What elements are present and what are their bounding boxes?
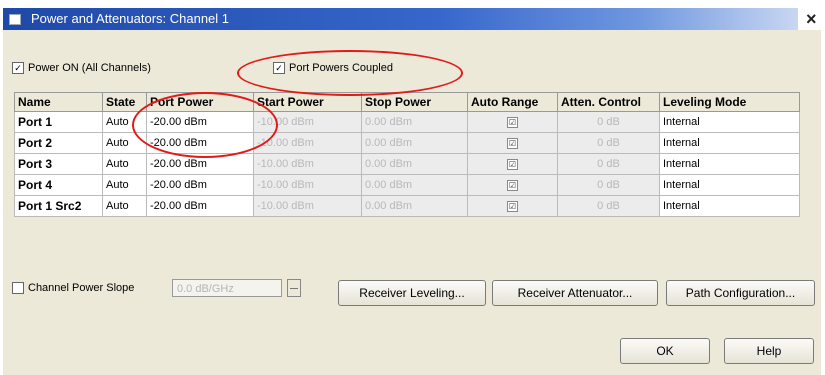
power-on-label: Power ON (All Channels) bbox=[28, 62, 151, 74]
col-header-port-power: Port Power bbox=[146, 92, 254, 112]
cell-stop-power: 0.00 dBm bbox=[361, 195, 468, 217]
cell-start-power: -10.00 dBm bbox=[253, 153, 362, 175]
ok-button[interactable]: OK bbox=[620, 338, 710, 364]
ports-table: Name State Port Power Start Power Stop P… bbox=[14, 92, 800, 217]
col-header-name: Name bbox=[14, 92, 103, 112]
coupled-label: Port Powers Coupled bbox=[289, 62, 393, 74]
cell-leveling-mode[interactable]: Internal bbox=[659, 132, 800, 154]
auto-range-checkbox[interactable]: ☑ bbox=[507, 201, 518, 212]
slope-label: Channel Power Slope bbox=[28, 282, 135, 294]
cell-stop-power: 0.00 dBm bbox=[361, 111, 468, 133]
cell-name: Port 1 bbox=[14, 111, 103, 133]
window-title: Power and Attenuators: Channel 1 bbox=[31, 11, 230, 26]
cell-leveling-mode[interactable]: Internal bbox=[659, 195, 800, 217]
col-header-start-power: Start Power bbox=[253, 92, 362, 112]
col-header-state: State bbox=[102, 92, 147, 112]
slope-input[interactable]: 0.0 dB/GHz bbox=[172, 279, 282, 297]
col-header-auto-range: Auto Range bbox=[467, 92, 558, 112]
table-row: Port 2 Auto -20.00 dBm -10.00 dBm 0.00 d… bbox=[14, 132, 800, 154]
table-row: Port 3 Auto -20.00 dBm -10.00 dBm 0.00 d… bbox=[14, 153, 800, 175]
power-on-check-icon[interactable]: ✓ bbox=[12, 62, 24, 74]
cell-start-power: -10.00 dBm bbox=[253, 174, 362, 196]
cell-state[interactable]: Auto bbox=[102, 111, 147, 133]
cell-leveling-mode[interactable]: Internal bbox=[659, 174, 800, 196]
power-on-checkbox[interactable]: ✓ Power ON (All Channels) bbox=[12, 62, 151, 74]
cell-atten-control: 0 dB bbox=[557, 132, 660, 154]
cell-state[interactable]: Auto bbox=[102, 132, 147, 154]
title-bar: Power and Attenuators: Channel 1 bbox=[3, 8, 798, 30]
cell-name: Port 4 bbox=[14, 174, 103, 196]
slope-check-icon[interactable] bbox=[12, 282, 24, 294]
cell-state[interactable]: Auto bbox=[102, 195, 147, 217]
cell-start-power: -10.00 dBm bbox=[253, 195, 362, 217]
cell-auto-range: ☑ bbox=[467, 174, 558, 196]
cell-stop-power: 0.00 dBm bbox=[361, 153, 468, 175]
cell-start-power: -10.00 dBm bbox=[253, 111, 362, 133]
cell-auto-range: ☑ bbox=[467, 132, 558, 154]
table-header-row: Name State Port Power Start Power Stop P… bbox=[14, 92, 800, 112]
cell-stop-power: 0.00 dBm bbox=[361, 174, 468, 196]
cell-auto-range: ☑ bbox=[467, 153, 558, 175]
cell-state[interactable]: Auto bbox=[102, 153, 147, 175]
port-powers-coupled-checkbox[interactable]: ✓ Port Powers Coupled bbox=[273, 62, 393, 74]
slope-spinner[interactable] bbox=[287, 279, 301, 297]
cell-name: Port 1 Src2 bbox=[14, 195, 103, 217]
cell-stop-power: 0.00 dBm bbox=[361, 132, 468, 154]
cell-port-power[interactable]: -20.00 dBm bbox=[146, 111, 254, 133]
cell-leveling-mode[interactable]: Internal bbox=[659, 111, 800, 133]
cell-port-power[interactable]: -20.00 dBm bbox=[146, 174, 254, 196]
cell-port-power[interactable]: -20.00 dBm bbox=[146, 153, 254, 175]
col-header-leveling-mode: Leveling Mode bbox=[659, 92, 800, 112]
receiver-attenuator-button[interactable]: Receiver Attenuator... bbox=[492, 280, 658, 306]
table-row: Port 1 Src2 Auto -20.00 dBm -10.00 dBm 0… bbox=[14, 195, 800, 217]
cell-auto-range: ☑ bbox=[467, 195, 558, 217]
auto-range-checkbox[interactable]: ☑ bbox=[507, 117, 518, 128]
cell-start-power: -10.00 dBm bbox=[253, 132, 362, 154]
auto-range-checkbox[interactable]: ☑ bbox=[507, 159, 518, 170]
table-row: Port 4 Auto -20.00 dBm -10.00 dBm 0.00 d… bbox=[14, 174, 800, 196]
cell-state[interactable]: Auto bbox=[102, 174, 147, 196]
cell-name: Port 2 bbox=[14, 132, 103, 154]
window-icon bbox=[9, 14, 21, 25]
col-header-atten-control: Atten. Control bbox=[557, 92, 660, 112]
cell-atten-control: 0 dB bbox=[557, 111, 660, 133]
auto-range-checkbox[interactable]: ☑ bbox=[507, 138, 518, 149]
coupled-check-icon[interactable]: ✓ bbox=[273, 62, 285, 74]
path-configuration-button[interactable]: Path Configuration... bbox=[666, 280, 815, 306]
table-row: Port 1 Auto -20.00 dBm -10.00 dBm 0.00 d… bbox=[14, 111, 800, 133]
cell-atten-control: 0 dB bbox=[557, 153, 660, 175]
help-button[interactable]: Help bbox=[724, 338, 814, 364]
channel-power-slope-checkbox[interactable]: Channel Power Slope bbox=[12, 282, 134, 294]
col-header-stop-power: Stop Power bbox=[361, 92, 468, 112]
cell-name: Port 3 bbox=[14, 153, 103, 175]
cell-atten-control: 0 dB bbox=[557, 195, 660, 217]
receiver-leveling-button[interactable]: Receiver Leveling... bbox=[338, 280, 486, 306]
cell-leveling-mode[interactable]: Internal bbox=[659, 153, 800, 175]
close-icon[interactable]: × bbox=[806, 9, 817, 30]
cell-atten-control: 0 dB bbox=[557, 174, 660, 196]
cell-port-power[interactable]: -20.00 dBm bbox=[146, 195, 254, 217]
cell-auto-range: ☑ bbox=[467, 111, 558, 133]
cell-port-power[interactable]: -20.00 dBm bbox=[146, 132, 254, 154]
auto-range-checkbox[interactable]: ☑ bbox=[507, 180, 518, 191]
